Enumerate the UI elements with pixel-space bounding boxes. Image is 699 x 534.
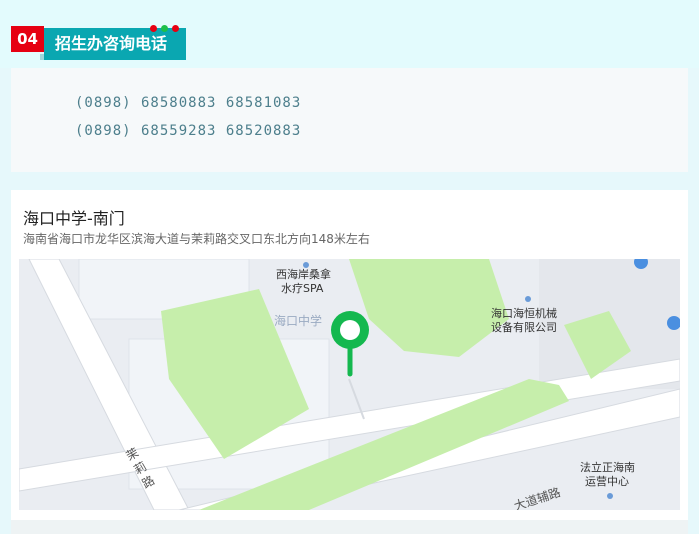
location-address: 海南省海口市龙华区滨海大道与茉莉路交叉口东北方向148米左右 xyxy=(23,232,370,246)
decor-dot-icon xyxy=(172,25,179,32)
map-label-legal-2: 运营中心 xyxy=(585,474,629,488)
phone-line-1: (0898) 68580883 68581083 xyxy=(75,95,302,111)
phone-line-2: (0898) 68559283 68520883 xyxy=(75,123,302,139)
decor-dot-icon xyxy=(161,25,168,32)
map-label-machine-1: 海口海恒机械 xyxy=(491,306,557,320)
section-number-badge: 04 xyxy=(11,26,44,52)
map-label-machine-2: 设备有限公司 xyxy=(491,320,557,334)
map-label-spa-2: 水疗SPA xyxy=(281,281,324,295)
decor-dot-icon xyxy=(150,25,157,32)
map-label-spa-1: 西海岸桑拿 xyxy=(276,267,331,281)
phone-card xyxy=(11,68,688,172)
map-view[interactable]: 西海岸桑拿 水疗SPA 海口中学 海口海恒机械 设备有限公司 茉 莉 路 大道辅… xyxy=(19,259,680,510)
map-label-legal-1: 法立正海南 xyxy=(580,460,635,474)
map-label-school: 海口中学 xyxy=(274,313,322,328)
section-title: 招生办咨询电话 xyxy=(44,28,186,60)
card-bottom xyxy=(11,520,688,534)
location-name: 海口中学-南门 xyxy=(23,209,125,228)
